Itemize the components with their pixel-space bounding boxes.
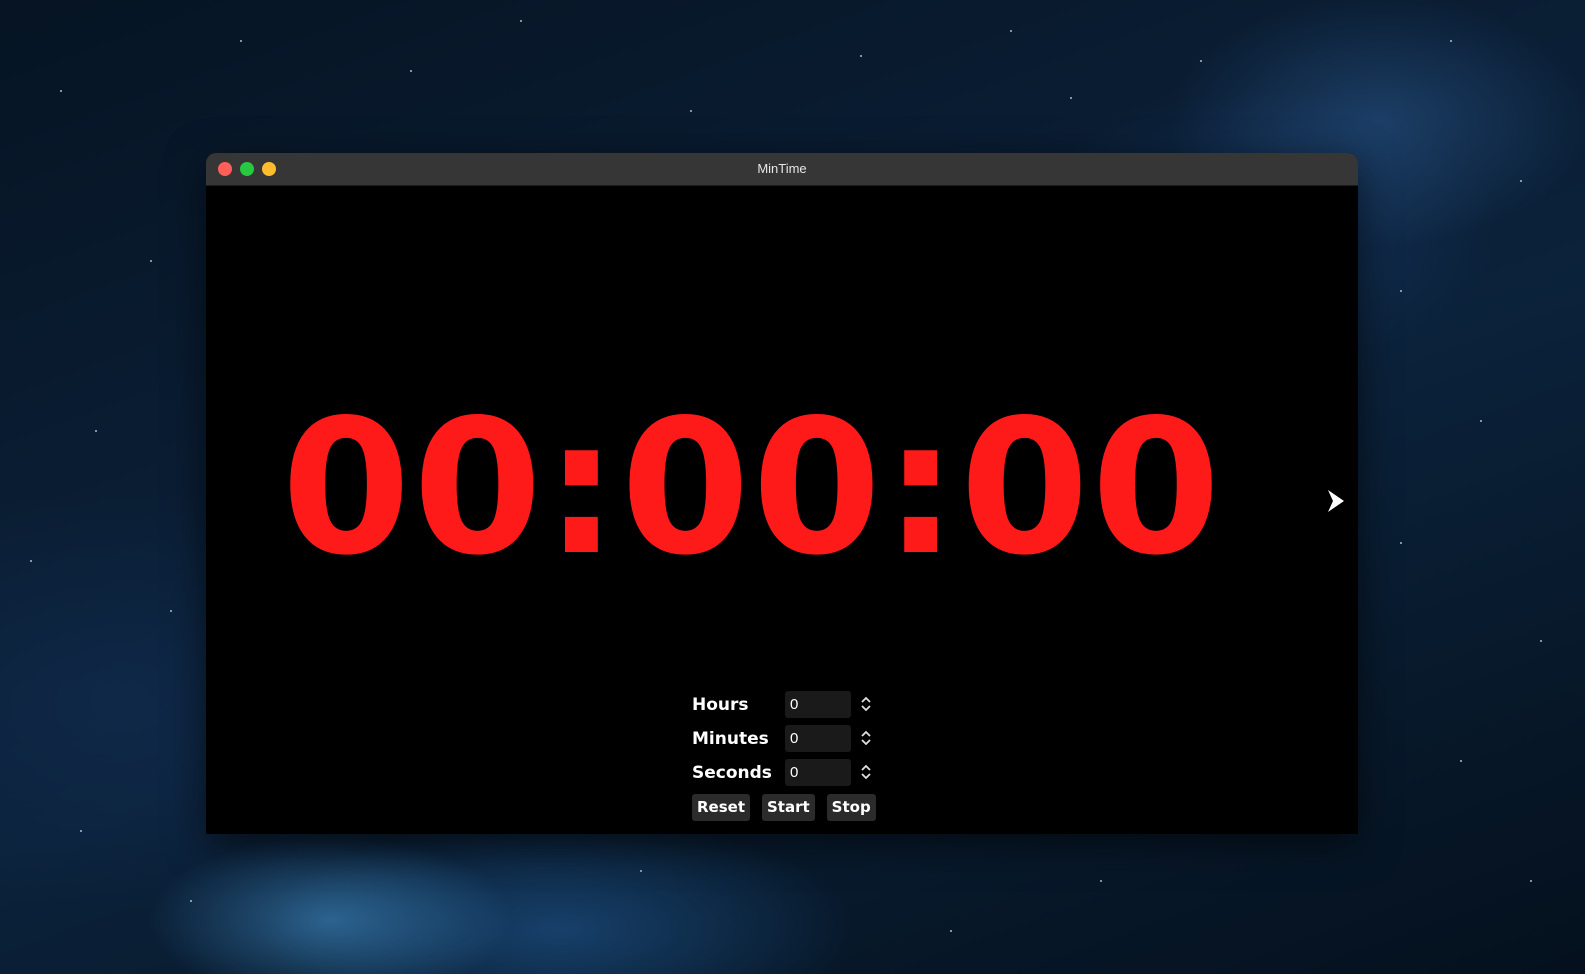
seconds-label: Seconds (692, 763, 772, 783)
hours-row: Hours 0 (692, 688, 892, 722)
chevron-right-icon[interactable] (1326, 489, 1346, 513)
action-buttons: Reset Start Stop (692, 794, 876, 821)
seconds-input[interactable]: 0 (785, 759, 851, 786)
timer-display: 00:00:00 (281, 379, 1223, 596)
stop-button[interactable]: Stop (826, 794, 876, 821)
seconds-value: 0 (790, 764, 799, 781)
title-bar: MinTime (206, 153, 1358, 186)
hours-value: 0 (790, 696, 799, 713)
minutes-label: Minutes (692, 729, 769, 749)
reset-button[interactable]: Reset (692, 794, 750, 821)
minutes-input[interactable]: 0 (785, 725, 851, 752)
hours-stepper-icon[interactable] (860, 694, 872, 714)
hours-input[interactable]: 0 (785, 691, 851, 718)
seconds-stepper-icon[interactable] (860, 762, 872, 782)
hours-label: Hours (692, 695, 749, 715)
timer-controls: Hours 0 Minutes 0 Seconds 0 Reset Start … (692, 688, 892, 821)
minutes-value: 0 (790, 730, 799, 747)
seconds-row: Seconds 0 (692, 756, 892, 790)
app-window: MinTime 00:00:00 Hours 0 Minutes 0 Secon… (206, 153, 1358, 834)
minutes-row: Minutes 0 (692, 722, 892, 756)
minutes-stepper-icon[interactable] (860, 728, 872, 748)
start-button[interactable]: Start (762, 794, 815, 821)
window-title: MinTime (757, 161, 807, 176)
